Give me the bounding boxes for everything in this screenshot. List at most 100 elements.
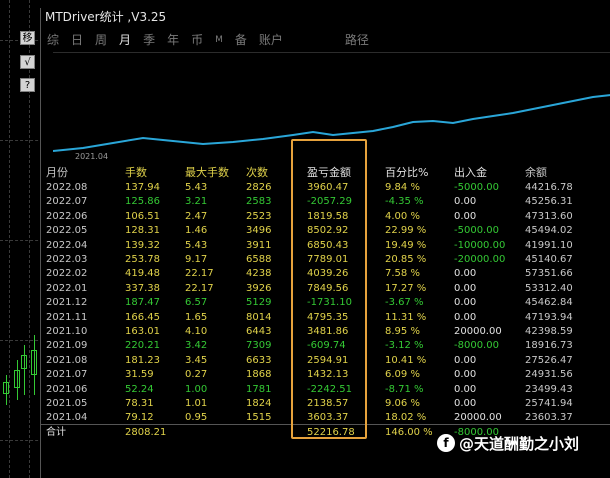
col-deposit-header: 出入金 <box>454 166 487 179</box>
row-lots: 125.86 <box>125 196 160 208</box>
row-lots: 337.38 <box>125 282 160 294</box>
row-percent: -4.35 % <box>385 196 424 208</box>
row-balance: 44216.78 <box>525 182 573 193</box>
row-deposit: 20000.00 <box>454 412 502 424</box>
row-deposit: 0.00 <box>454 268 477 280</box>
row-count: 6443 <box>246 326 272 337</box>
check-button[interactable]: √ <box>20 55 35 69</box>
row-month: 2022.05 <box>46 225 88 237</box>
tab-month[interactable]: 月 <box>113 30 137 50</box>
col-balance-header: 余额 <box>525 166 547 179</box>
row-lots: 163.01 <box>125 326 160 337</box>
total-percent: 146.00 % <box>385 427 433 438</box>
row-balance: 23603.37 <box>525 412 573 424</box>
row-balance: 27526.47 <box>525 354 573 366</box>
row-balance: 45494.02 <box>525 225 573 237</box>
row-percent: 9.84 % <box>385 182 420 193</box>
tab-m[interactable]: M <box>209 30 229 50</box>
row-maxlots: 9.17 <box>185 254 208 265</box>
tab-quarter[interactable]: 季 <box>137 30 161 50</box>
profit-column-highlight <box>291 139 367 439</box>
row-percent: 6.09 % <box>385 369 420 381</box>
row-month: 2022.06 <box>46 210 88 222</box>
row-deposit: -5000.00 <box>454 225 499 237</box>
tab-week[interactable]: 周 <box>89 30 113 50</box>
row-deposit: 20000.00 <box>454 326 502 337</box>
row-percent: 7.58 % <box>385 268 420 280</box>
window-title: MTDriver统计 ,V3.25 <box>45 10 167 24</box>
row-deposit: -10000.00 <box>454 239 506 251</box>
row-lots: 128.31 <box>125 225 160 237</box>
total-lots: 2808.21 <box>125 427 167 438</box>
row-deposit: -20000.00 <box>454 254 506 265</box>
row-month: 2021.06 <box>46 383 88 395</box>
row-lots: 166.45 <box>125 311 160 323</box>
tab-path[interactable]: 路径 <box>339 30 375 50</box>
move-button[interactable]: 移 <box>20 31 35 45</box>
col-month-header: 月份 <box>46 166 68 179</box>
grid-line <box>29 0 30 478</box>
facebook-icon: f <box>437 434 455 452</box>
row-deposit: 0.00 <box>454 196 477 208</box>
row-percent: 19.49 % <box>385 239 427 251</box>
row-balance: 53312.40 <box>525 282 573 294</box>
candle <box>31 350 37 375</box>
row-count: 1868 <box>246 369 272 381</box>
row-month: 2021.12 <box>46 297 88 309</box>
row-lots: 106.51 <box>125 210 160 222</box>
row-count: 8014 <box>246 311 272 323</box>
row-count: 1515 <box>246 412 272 424</box>
row-balance: 25741.94 <box>525 398 573 409</box>
row-count: 7309 <box>246 340 272 352</box>
row-maxlots: 22.17 <box>185 282 214 294</box>
row-balance: 45256.31 <box>525 196 573 208</box>
row-maxlots: 6.57 <box>185 297 208 309</box>
row-maxlots: 1.00 <box>185 383 208 395</box>
row-percent: 17.27 % <box>385 282 427 294</box>
row-percent: 8.95 % <box>385 326 420 337</box>
row-percent: 11.31 % <box>385 311 427 323</box>
row-count: 2826 <box>246 182 272 193</box>
row-percent: 9.06 % <box>385 398 420 409</box>
row-balance: 47313.60 <box>525 210 573 222</box>
row-lots: 220.21 <box>125 340 160 352</box>
row-deposit: 0.00 <box>454 398 477 409</box>
row-lots: 139.32 <box>125 239 160 251</box>
tab-overview[interactable]: 综 <box>41 30 65 50</box>
row-count: 3911 <box>246 239 272 251</box>
row-maxlots: 3.45 <box>185 354 208 366</box>
row-deposit: 0.00 <box>454 383 477 395</box>
row-deposit: 0.00 <box>454 210 477 222</box>
row-count: 1781 <box>246 383 272 395</box>
row-maxlots: 5.43 <box>185 182 208 193</box>
row-count: 2583 <box>246 196 272 208</box>
help-button[interactable]: ? <box>20 78 35 92</box>
row-month: 2022.02 <box>46 268 88 280</box>
row-balance: 45462.84 <box>525 297 573 309</box>
col-maxlots-header: 最大手数 <box>185 166 229 179</box>
row-maxlots: 1.65 <box>185 311 208 323</box>
tab-account[interactable]: 账户 <box>253 30 289 50</box>
row-month: 2021.05 <box>46 398 88 409</box>
watermark: f @天道酬勤之小刘 <box>437 431 579 455</box>
total-label: 合计 <box>46 427 66 438</box>
row-maxlots: 3.21 <box>185 196 208 208</box>
row-count: 3926 <box>246 282 272 294</box>
row-month: 2021.08 <box>46 354 88 366</box>
row-lots: 79.12 <box>125 412 154 424</box>
row-month: 2022.01 <box>46 282 88 294</box>
row-maxlots: 1.01 <box>185 398 208 409</box>
row-percent: 4.00 % <box>385 210 420 222</box>
row-count: 2523 <box>246 210 272 222</box>
tab-currency[interactable]: 币 <box>185 30 209 50</box>
tab-notes[interactable]: 备 <box>229 30 253 50</box>
row-month: 2022.03 <box>46 254 88 265</box>
row-lots: 187.47 <box>125 297 160 309</box>
tab-day[interactable]: 日 <box>65 30 89 50</box>
row-percent: 20.85 % <box>385 254 427 265</box>
row-percent: -8.71 % <box>385 383 424 395</box>
row-lots: 419.48 <box>125 268 160 280</box>
chart-start-label: 2021.04 <box>75 152 109 161</box>
tab-year[interactable]: 年 <box>161 30 185 50</box>
row-balance: 18916.73 <box>525 340 573 352</box>
